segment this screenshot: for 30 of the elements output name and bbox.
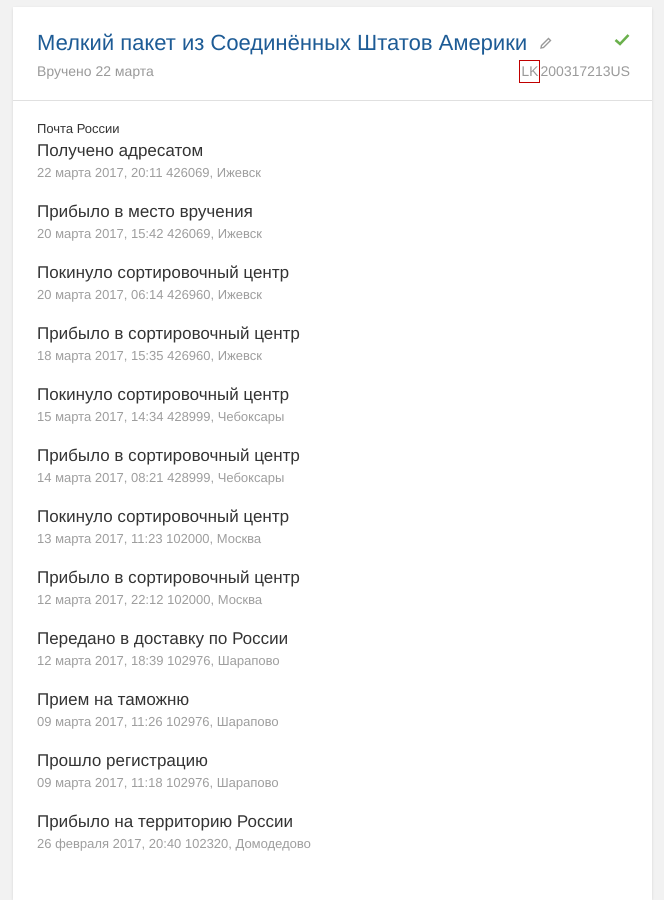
- event-details: 18 марта 2017, 15:35 426960, Ижевск: [37, 347, 262, 365]
- event-title: Прибыло на территорию России: [37, 811, 293, 833]
- event-title: Прибыло в сортировочный центр: [37, 323, 300, 345]
- pencil-icon[interactable]: [539, 36, 554, 50]
- event-title: Передано в доставку по России: [37, 628, 288, 650]
- event-title: Прием на таможню: [37, 689, 190, 711]
- event-title: Прибыло в сортировочный центр: [37, 445, 300, 467]
- parcel-title: Мелкий пакет из Соединённых Штатов Америки: [37, 29, 528, 57]
- event-title: Покинуло сортировочный центр: [37, 262, 290, 284]
- tracking-prefix: LK: [519, 60, 540, 83]
- event-details: 26 февраля 2017, 20:40 102320, Домодедово: [37, 835, 311, 853]
- event-title: Покинуло сортировочный центр: [37, 384, 290, 406]
- delivery-status: Вручено 22 марта: [37, 62, 154, 81]
- event-details: 09 марта 2017, 11:18 102976, Шарапово: [37, 774, 279, 792]
- event-details: 20 марта 2017, 06:14 426960, Ижевск: [37, 286, 262, 304]
- event-title: Прошло регистрацию: [37, 750, 208, 772]
- event-title: Прибыло в сортировочный центр: [37, 567, 300, 589]
- event-title: Покинуло сортировочный центр: [37, 506, 290, 528]
- tracking-number: 200317213US: [540, 62, 630, 81]
- event-details: 09 марта 2017, 11:26 102976, Шарапово: [37, 713, 279, 731]
- event-details: 15 марта 2017, 14:34 428999, Чебоксары: [37, 408, 284, 426]
- carrier-name: Почта России: [37, 121, 121, 137]
- event-details: 22 марта 2017, 20:11 426069, Ижевск: [37, 164, 261, 182]
- event-title: Прибыло в место вручения: [37, 201, 253, 223]
- event-details: 20 марта 2017, 15:42 426069, Ижевск: [37, 225, 262, 243]
- event-details: 12 марта 2017, 22:12 102000, Москва: [37, 591, 262, 609]
- event-details: 12 марта 2017, 18:39 102976, Шарапово: [37, 652, 280, 670]
- event-title: Получено адресатом: [37, 140, 204, 162]
- event-details: 13 марта 2017, 11:23 102000, Москва: [37, 530, 262, 548]
- event-details: 14 марта 2017, 08:21 428999, Чебоксары: [37, 469, 284, 487]
